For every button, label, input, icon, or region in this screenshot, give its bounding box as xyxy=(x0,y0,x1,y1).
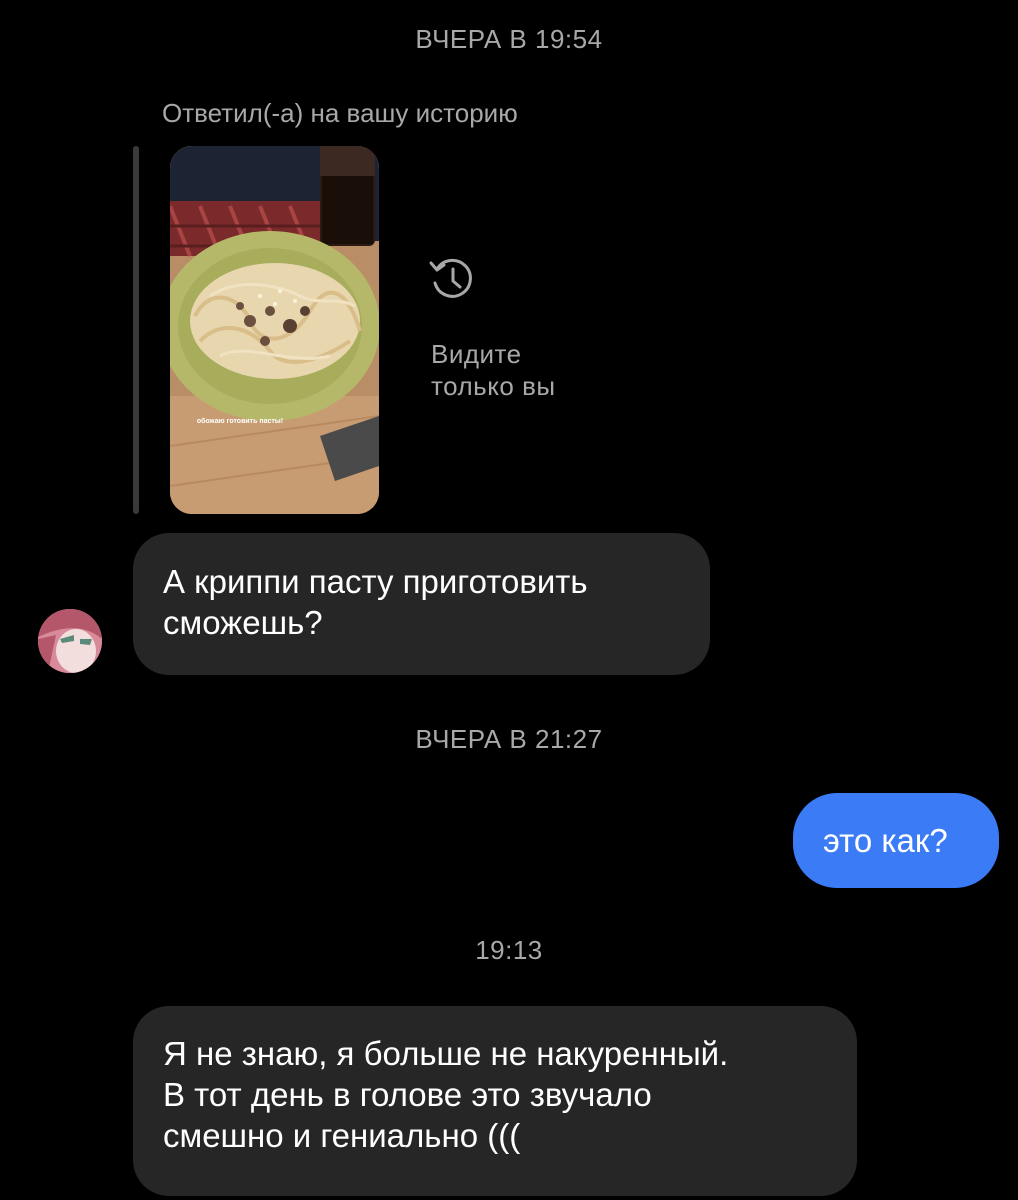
incoming-message-bubble[interactable]: А криппи пасту приготовить сможешь? xyxy=(133,533,710,675)
story-reply-label: Ответил(-а) на вашу историю xyxy=(162,98,518,128)
timestamp-divider: ВЧЕРА В 21:27 xyxy=(415,724,603,754)
story-thumbnail[interactable]: обожаю готовить пасты! xyxy=(170,146,379,514)
avatar[interactable] xyxy=(38,609,102,673)
incoming-message-bubble[interactable]: Я не знаю, я больше не накуренный. В тот… xyxy=(133,1006,857,1196)
visibility-note: Видите только вы xyxy=(431,339,556,401)
story-image: обожаю готовить пасты! xyxy=(170,146,379,514)
history-clock-icon xyxy=(429,258,472,298)
outgoing-message-bubble[interactable]: это как? xyxy=(793,793,999,888)
story-caption: обожаю готовить пасты! xyxy=(197,417,283,425)
timestamp-divider: 19:13 xyxy=(475,935,543,965)
reply-indicator-bar xyxy=(133,146,139,514)
timestamp-divider: ВЧЕРА В 19:54 xyxy=(415,24,603,54)
avatar-image xyxy=(38,609,102,673)
